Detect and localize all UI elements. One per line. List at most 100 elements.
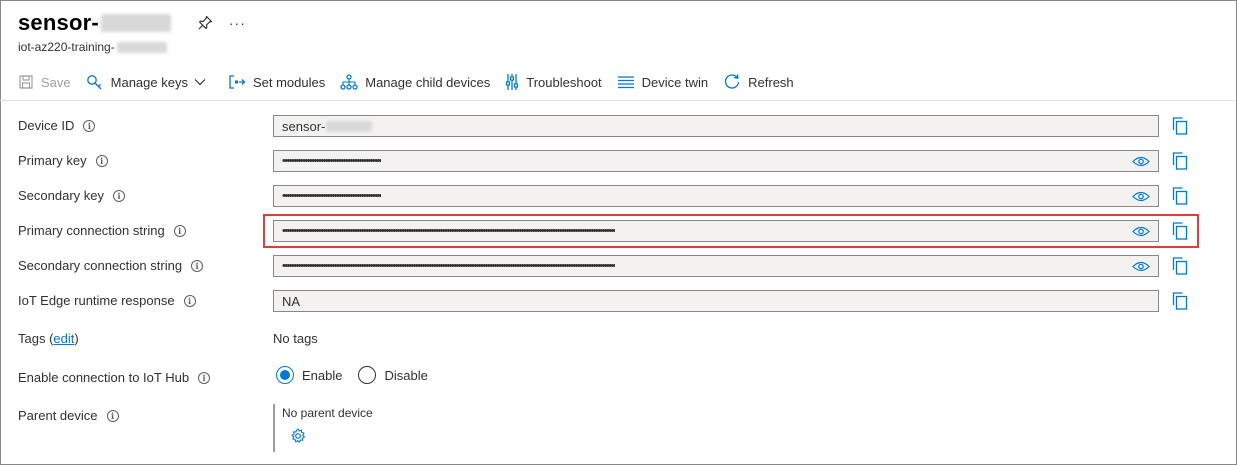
copy-icon[interactable] — [1172, 187, 1188, 205]
manage-keys-label: Manage keys — [110, 74, 188, 90]
info-icon[interactable]: i — [113, 189, 125, 202]
highlight-box — [263, 214, 1199, 248]
eye-icon[interactable] — [1132, 261, 1150, 272]
parent-device-box: No parent device — [273, 404, 473, 452]
device-id-label: Device ID i — [18, 118, 96, 133]
connection-radio-group: Enable Disable — [276, 366, 444, 384]
connection-label-text: Enable connection to IoT Hub — [18, 370, 190, 385]
info-icon[interactable]: i — [198, 371, 211, 384]
copy-icon[interactable] — [1172, 117, 1188, 135]
eye-icon[interactable] — [1132, 156, 1150, 167]
gear-icon[interactable] — [290, 428, 306, 444]
set-modules-label: Set modules — [252, 74, 326, 90]
secondary-key-row: Secondary key i — [18, 188, 125, 203]
enable-label: Enable — [302, 367, 343, 383]
edit-tags-link[interactable]: edit — [53, 331, 74, 346]
toolbar-divider — [0, 100, 1235, 101]
secondary-connection-string-field[interactable]: ••••••••••••••••••••••••••••••••••••••••… — [273, 255, 1159, 277]
edge-runtime-field[interactable]: NA — [273, 290, 1159, 312]
save-button[interactable]: Save — [18, 74, 71, 90]
parent-device-label-text: Parent device — [18, 408, 98, 423]
connection-row: Enable connection to IoT Hub i — [18, 370, 211, 385]
chevron-down-icon — [194, 79, 206, 86]
primary-key-label-text: Primary key — [18, 153, 87, 168]
breadcrumb: iot-az220-training- — [18, 40, 167, 54]
refresh-icon — [725, 74, 740, 89]
info-icon[interactable]: i — [83, 119, 96, 132]
secondary-connection-string-value: ••••••••••••••••••••••••••••••••••••••••… — [282, 260, 616, 272]
edge-runtime-label: IoT Edge runtime response i — [18, 293, 196, 308]
primary-connection-string-label-text: Primary connection string — [18, 223, 165, 238]
list-icon — [617, 76, 634, 89]
header: sensor- ··· — [18, 8, 246, 38]
troubleshoot-label: Troubleshoot — [526, 74, 602, 90]
device-id-row: Device ID i — [18, 118, 96, 133]
primary-key-field[interactable]: ••••••••••••••••••••••••••••••••••••••••… — [273, 150, 1159, 172]
manage-keys-button[interactable]: Manage keys — [86, 74, 213, 90]
secondary-connection-string-row: Secondary connection string i — [18, 258, 204, 273]
tags-label: Tags (edit) — [18, 331, 79, 346]
troubleshoot-button[interactable]: Troubleshoot — [505, 73, 602, 91]
device-twin-button[interactable]: Device twin — [617, 75, 708, 90]
info-icon[interactable]: i — [173, 224, 186, 237]
manage-child-devices-label: Manage child devices — [365, 74, 491, 90]
parent-device-row: Parent device i — [18, 408, 119, 423]
modules-icon — [229, 75, 246, 89]
device-id-field[interactable]: sensor- — [273, 115, 1159, 137]
refresh-button[interactable]: Refresh — [723, 73, 794, 91]
info-icon[interactable]: i — [183, 294, 196, 307]
secondary-key-label-text: Secondary key — [18, 188, 104, 203]
page-title: sensor- — [18, 10, 99, 35]
redacted-device-id — [326, 120, 373, 132]
edge-runtime-row: IoT Edge runtime response i — [18, 293, 196, 308]
resource-subtitle: iot-az220-training- — [18, 40, 115, 54]
redacted-subtitle-part — [116, 41, 167, 53]
device-id-value: sensor- — [282, 118, 326, 134]
tags-label-text: Tags ( — [18, 331, 54, 346]
redacted-title-part — [100, 14, 171, 32]
primary-key-row: Primary key i — [18, 153, 108, 168]
primary-key-value: ••••••••••••••••••••••••••••••••••••••••… — [282, 155, 382, 167]
tags-row: Tags (edit) — [18, 331, 79, 346]
enable-radio[interactable]: Enable — [276, 366, 342, 384]
radio-unselected-icon — [358, 366, 377, 384]
command-bar: Save Manage keys Set modules Manage chil… — [18, 70, 809, 94]
pin-icon[interactable] — [197, 15, 213, 31]
key-icon — [86, 75, 102, 90]
device-id-label-text: Device ID — [18, 118, 75, 133]
copy-icon[interactable] — [1172, 257, 1188, 275]
copy-icon[interactable] — [1172, 292, 1188, 310]
info-icon[interactable]: i — [106, 409, 119, 422]
edge-runtime-label-text: IoT Edge runtime response — [18, 293, 175, 308]
troubleshoot-icon — [506, 74, 519, 90]
tags-label-close: ) — [74, 331, 79, 346]
secondary-key-label: Secondary key i — [18, 188, 125, 203]
more-options-icon[interactable]: ··· — [229, 15, 246, 31]
disable-radio[interactable]: Disable — [358, 366, 428, 384]
secondary-key-value: ••••••••••••••••••••••••••••••••••••••••… — [282, 190, 382, 202]
info-icon[interactable]: i — [95, 154, 108, 167]
eye-icon[interactable] — [1132, 191, 1150, 202]
radio-selected-icon — [276, 366, 294, 384]
secondary-connection-string-label: Secondary connection string i — [18, 258, 204, 273]
primary-connection-string-row: Primary connection string i — [18, 223, 186, 238]
secondary-key-field[interactable]: ••••••••••••••••••••••••••••••••••••••••… — [273, 185, 1159, 207]
save-icon — [19, 75, 33, 89]
secondary-connection-string-label-text: Secondary connection string — [18, 258, 183, 273]
info-icon[interactable]: i — [191, 259, 204, 272]
tags-value: No tags — [273, 331, 318, 346]
set-modules-button[interactable]: Set modules — [228, 74, 325, 90]
manage-child-devices-button[interactable]: Manage child devices — [340, 74, 490, 90]
parent-device-value: No parent device — [282, 406, 373, 420]
refresh-label: Refresh — [748, 74, 794, 90]
copy-icon[interactable] — [1172, 152, 1188, 170]
device-twin-label: Device twin — [641, 74, 709, 90]
primary-connection-string-label: Primary connection string i — [18, 223, 186, 238]
edge-runtime-value: NA — [282, 293, 301, 309]
connection-label: Enable connection to IoT Hub i — [18, 370, 211, 385]
parent-device-label: Parent device i — [18, 408, 119, 423]
primary-key-label: Primary key i — [18, 153, 108, 168]
disable-label: Disable — [384, 367, 428, 383]
save-label: Save — [41, 74, 71, 90]
hierarchy-icon — [340, 74, 358, 90]
